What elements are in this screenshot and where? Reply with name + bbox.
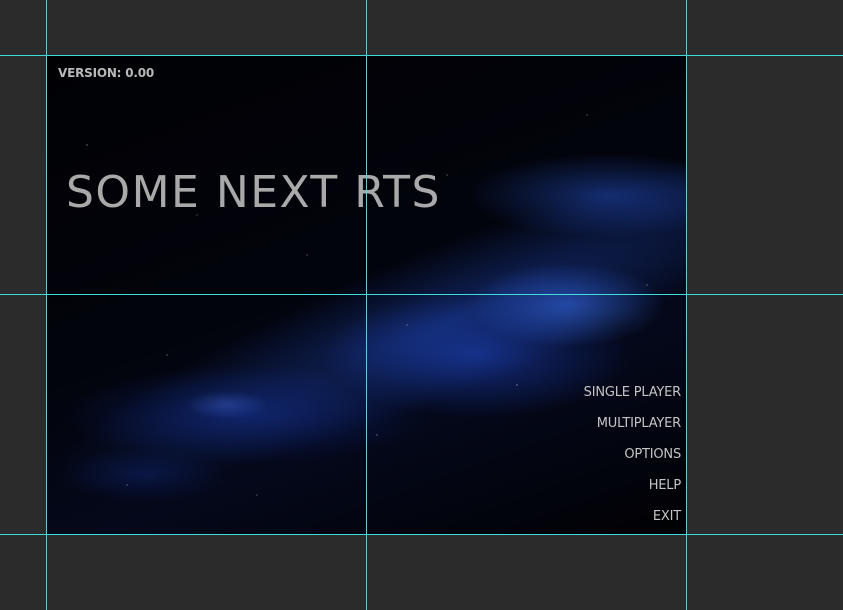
editor-workspace: VERSION: 0.00 SOME NEXT RTS SINGLE PLAYE… — [0, 0, 843, 610]
horizontal-guide-line — [0, 534, 843, 535]
menu-item-exit[interactable]: EXIT — [653, 501, 681, 532]
main-menu: SINGLE PLAYER MULTIPLAYER OPTIONS HELP E… — [584, 377, 682, 532]
menu-item-single-player[interactable]: SINGLE PLAYER — [584, 377, 682, 408]
menu-item-options[interactable]: OPTIONS — [624, 439, 681, 470]
menu-item-help[interactable]: HELP — [649, 470, 681, 501]
version-label: VERSION: 0.00 — [58, 66, 155, 80]
main-menu-canvas: VERSION: 0.00 SOME NEXT RTS SINGLE PLAYE… — [47, 55, 687, 534]
menu-item-multiplayer[interactable]: MULTIPLAYER — [597, 408, 681, 439]
game-title: SOME NEXT RTS — [66, 167, 441, 218]
